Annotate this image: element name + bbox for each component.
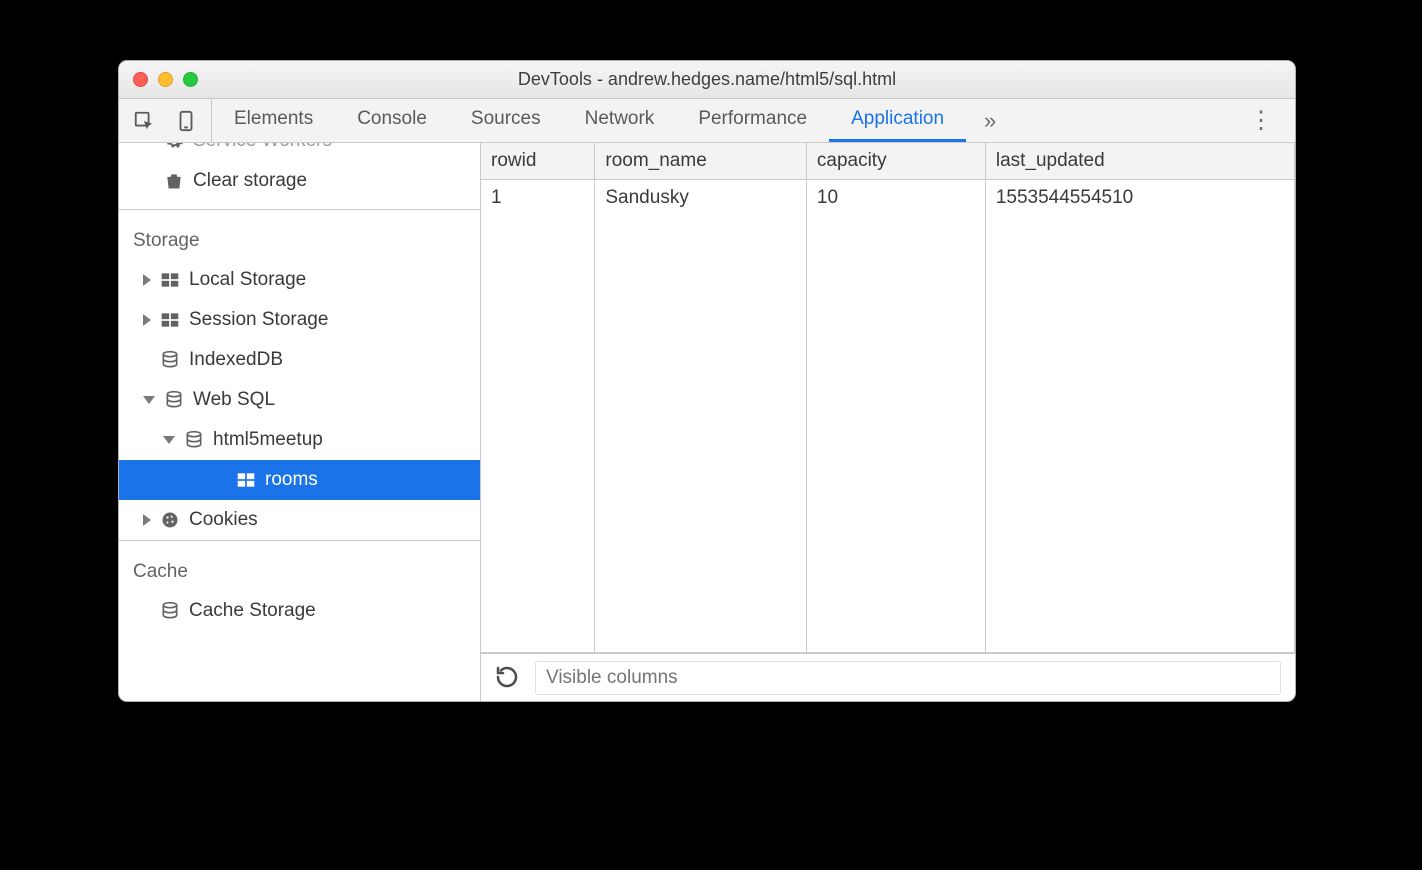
minimize-window-button[interactable] bbox=[158, 72, 173, 87]
sidebar-item-label: Cookies bbox=[189, 509, 258, 531]
tab-sources[interactable]: Sources bbox=[449, 99, 563, 142]
chevron-down-icon[interactable] bbox=[163, 436, 175, 444]
data-grid: rowidroom_namecapacitylast_updated 1Sand… bbox=[481, 143, 1295, 653]
column-header-room_name[interactable]: room_name bbox=[595, 143, 807, 180]
tab-performance[interactable]: Performance bbox=[676, 99, 829, 142]
tab-application[interactable]: Application bbox=[829, 99, 966, 142]
caret-spacer bbox=[219, 474, 227, 486]
sidebar-item-label: IndexedDB bbox=[189, 349, 283, 371]
sidebar-item-cookies[interactable]: Cookies bbox=[119, 500, 480, 540]
db-icon bbox=[159, 349, 181, 371]
sidebar-item-label: Clear storage bbox=[193, 170, 307, 192]
data-grid-footer bbox=[481, 653, 1295, 701]
window-title: DevTools - andrew.hedges.name/html5/sql.… bbox=[119, 69, 1295, 90]
sidebar-item-label: Local Storage bbox=[189, 269, 306, 291]
cell-rowid[interactable]: 1 bbox=[481, 180, 595, 652]
sidebar-item-local-storage[interactable]: Local Storage bbox=[119, 260, 480, 300]
zoom-window-button[interactable] bbox=[183, 72, 198, 87]
db-icon bbox=[163, 389, 185, 411]
sidebar-item-indexeddb[interactable]: IndexedDB bbox=[119, 340, 480, 380]
more-tabs-button[interactable]: » bbox=[966, 108, 1014, 134]
device-toolbar-icon[interactable] bbox=[175, 110, 197, 132]
grid-icon bbox=[159, 309, 181, 331]
sidebar-item-label: Service Workers bbox=[193, 143, 332, 152]
sidebar-item-label: Web SQL bbox=[193, 389, 275, 411]
gear-icon bbox=[163, 143, 185, 152]
sidebar-item-cache-storage[interactable]: Cache Storage bbox=[119, 591, 480, 631]
cookie-icon bbox=[159, 509, 181, 531]
table-row[interactable]: 1Sandusky101553544554510 bbox=[481, 180, 1295, 652]
chevron-down-icon[interactable] bbox=[143, 396, 155, 404]
sidebar-item-html5meetup[interactable]: html5meetup bbox=[119, 420, 480, 460]
visible-columns-input[interactable] bbox=[535, 661, 1281, 695]
caret-spacer bbox=[143, 605, 151, 617]
table-viewer: rowidroom_namecapacitylast_updated 1Sand… bbox=[481, 143, 1295, 701]
tab-network[interactable]: Network bbox=[563, 99, 677, 142]
db-icon bbox=[159, 600, 181, 622]
sidebar-section-cache: Cache bbox=[119, 540, 480, 591]
sidebar-section-storage: Storage bbox=[119, 209, 480, 260]
devtools-window: DevTools - andrew.hedges.name/html5/sql.… bbox=[118, 60, 1296, 702]
devtools-tabbar: ElementsConsoleSourcesNetworkPerformance… bbox=[119, 99, 1295, 143]
panel-body: Service Workers Clear storage Storage Loc… bbox=[119, 143, 1295, 701]
close-window-button[interactable] bbox=[133, 72, 148, 87]
db-icon bbox=[183, 429, 205, 451]
sidebar-item-label: Cache Storage bbox=[189, 600, 316, 622]
inspect-element-icon[interactable] bbox=[133, 110, 155, 132]
chevron-right-icon[interactable] bbox=[143, 274, 151, 286]
column-header-last_updated[interactable]: last_updated bbox=[985, 143, 1294, 180]
tab-console[interactable]: Console bbox=[335, 99, 449, 142]
column-header-rowid[interactable]: rowid bbox=[481, 143, 595, 180]
chevron-right-icon[interactable] bbox=[143, 514, 151, 526]
tab-elements[interactable]: Elements bbox=[212, 99, 335, 142]
trash-icon bbox=[163, 170, 185, 192]
caret-spacer bbox=[143, 354, 151, 366]
sidebar-item-rooms[interactable]: rooms bbox=[119, 460, 480, 500]
cell-last_updated[interactable]: 1553544554510 bbox=[985, 180, 1294, 652]
sidebar-item-service-workers[interactable]: Service Workers bbox=[119, 143, 480, 161]
cell-capacity[interactable]: 10 bbox=[806, 180, 985, 652]
sidebar-item-session-storage[interactable]: Session Storage bbox=[119, 300, 480, 340]
cell-room_name[interactable]: Sandusky bbox=[595, 180, 807, 652]
sidebar-item-clear-storage[interactable]: Clear storage bbox=[119, 161, 480, 201]
application-sidebar: Service Workers Clear storage Storage Loc… bbox=[119, 143, 481, 701]
sidebar-item-web-sql[interactable]: Web SQL bbox=[119, 380, 480, 420]
column-header-capacity[interactable]: capacity bbox=[806, 143, 985, 180]
refresh-icon[interactable] bbox=[495, 665, 521, 691]
sidebar-item-label: Session Storage bbox=[189, 309, 328, 331]
traffic-lights bbox=[119, 72, 198, 87]
kebab-menu-icon[interactable]: ⋮ bbox=[1227, 106, 1295, 135]
data-grid-header: rowidroom_namecapacitylast_updated bbox=[481, 143, 1295, 180]
sidebar-item-label: html5meetup bbox=[213, 429, 323, 451]
data-grid-body[interactable]: 1Sandusky101553544554510 bbox=[481, 180, 1295, 653]
grid-icon bbox=[235, 469, 257, 491]
chevron-right-icon[interactable] bbox=[143, 314, 151, 326]
tabbar-leading-tools bbox=[119, 99, 212, 142]
panel-tabs: ElementsConsoleSourcesNetworkPerformance… bbox=[212, 99, 966, 142]
grid-icon bbox=[159, 269, 181, 291]
titlebar: DevTools - andrew.hedges.name/html5/sql.… bbox=[119, 61, 1295, 99]
sidebar-item-label: rooms bbox=[265, 469, 318, 491]
